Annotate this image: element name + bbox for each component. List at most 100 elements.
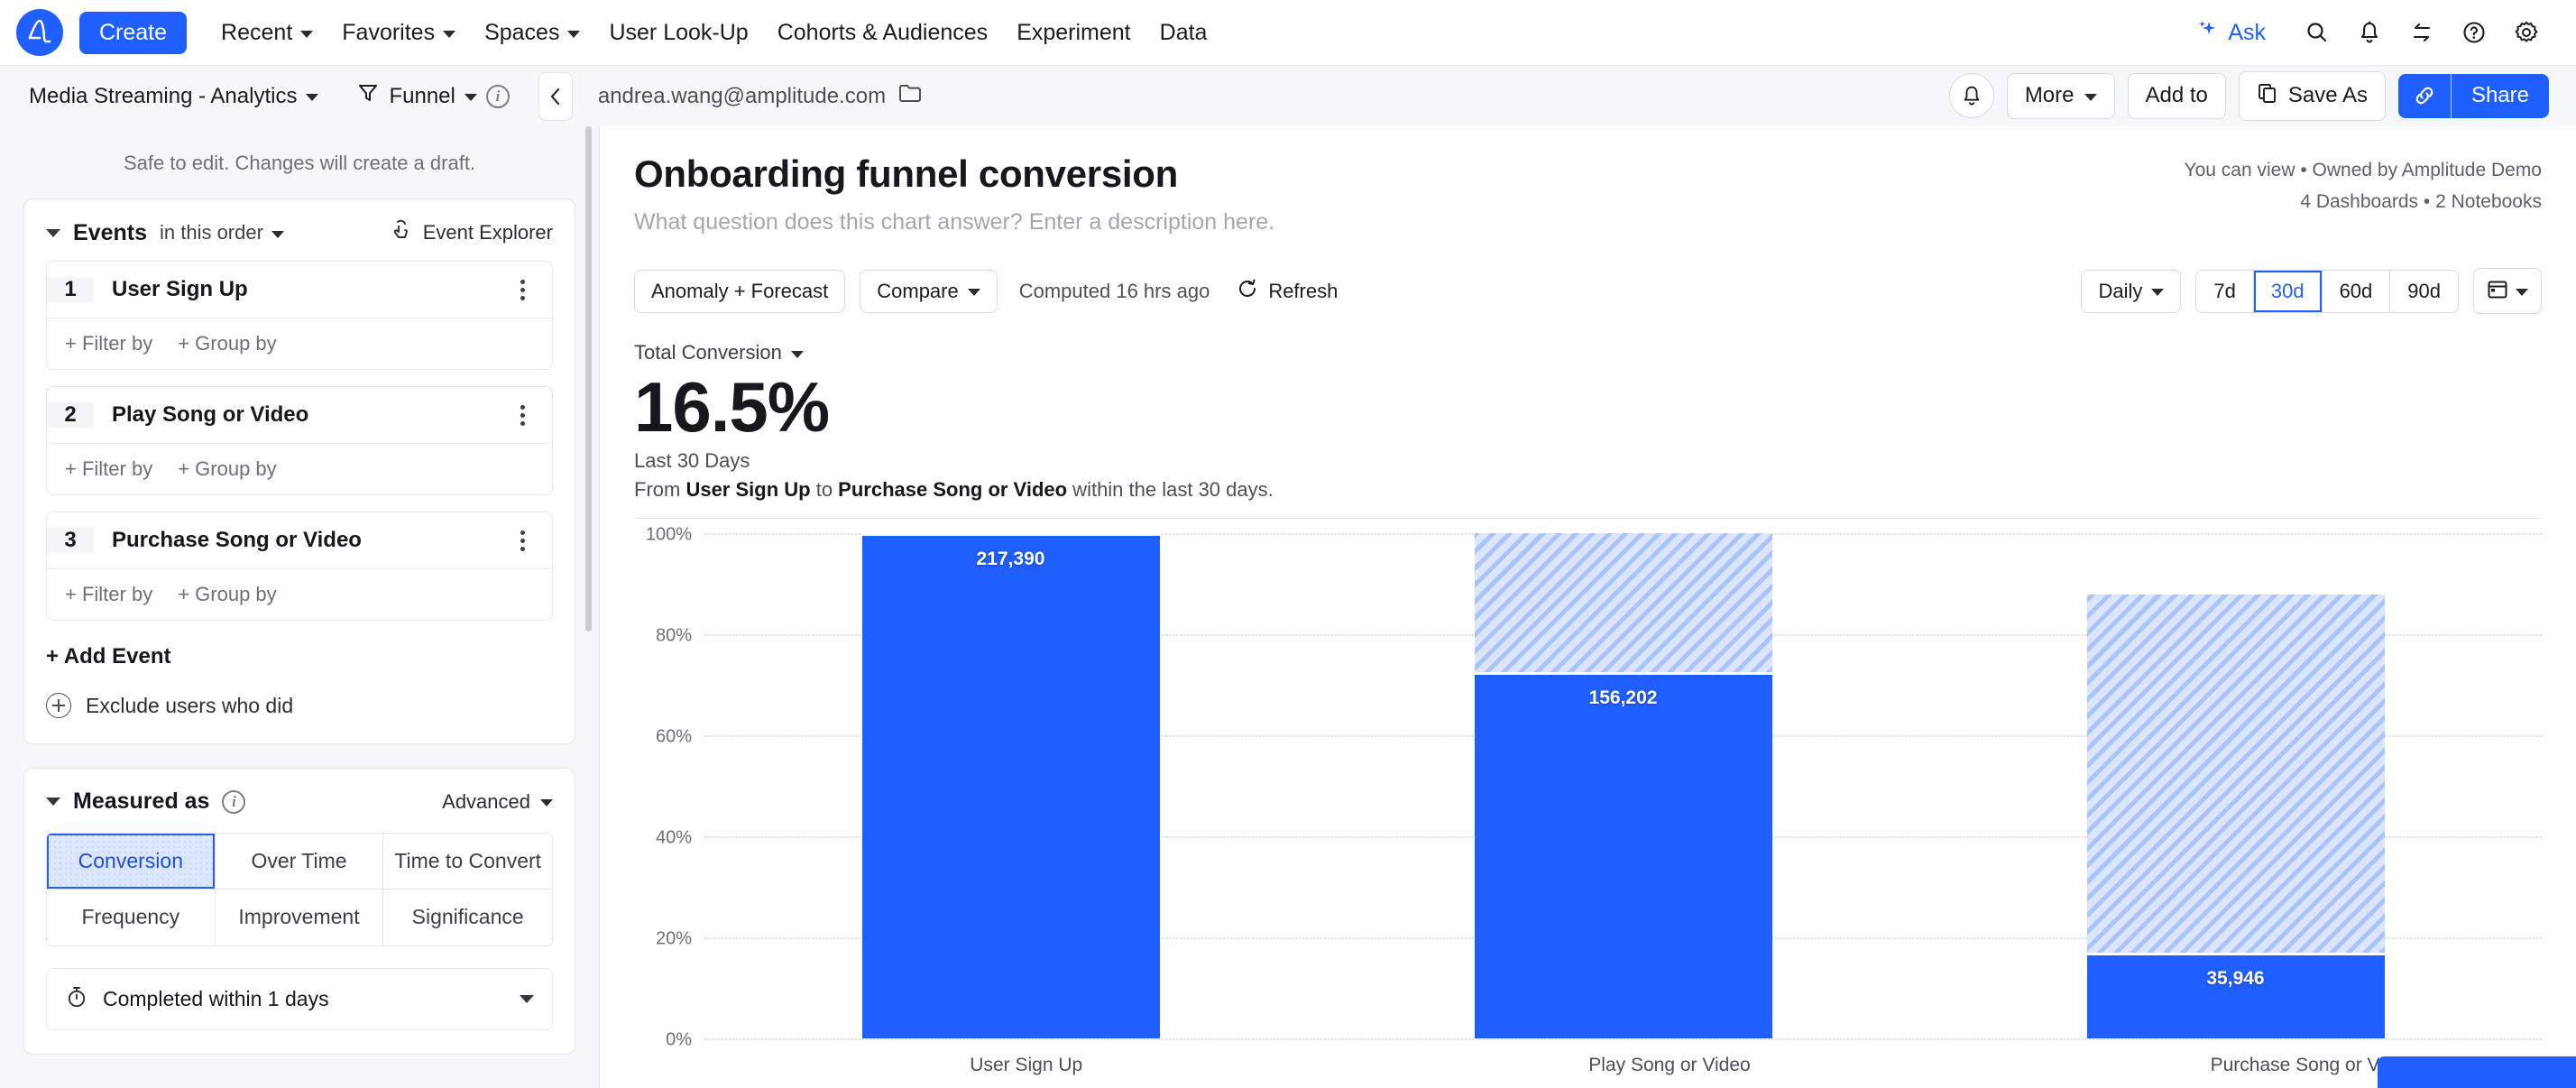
anomaly-forecast-button[interactable]: Anomaly + Forecast <box>634 270 845 312</box>
nav-item-spaces[interactable]: Spaces <box>470 13 594 53</box>
toolbar-actions: More Add to Save As Share <box>1949 71 2549 120</box>
event-row[interactable]: 1 User Sign Up <box>47 262 552 318</box>
events-panel-title: Events <box>73 220 147 246</box>
chevron-down-icon[interactable] <box>46 798 60 806</box>
events-panel-header: Events in this order Event Explorer <box>24 199 575 261</box>
metric-description: From User Sign Up to Purchase Song or Vi… <box>634 478 2542 502</box>
info-icon[interactable]: i <box>222 790 245 814</box>
add-filter-button[interactable]: + Filter by <box>65 332 152 355</box>
conversion-window-selector[interactable]: Completed within 1 days <box>46 968 553 1030</box>
stopwatch-icon <box>65 985 88 1013</box>
bar-value-label: 217,390 <box>862 549 1160 570</box>
folder-icon[interactable] <box>898 82 922 110</box>
event-name: Purchase Song or Video <box>94 528 509 553</box>
range-90d[interactable]: 90d <box>2390 271 2458 311</box>
event-menu-icon[interactable] <box>509 280 536 300</box>
floating-action-bar[interactable] <box>2378 1056 2576 1088</box>
metric-period-label: Last 30 Days <box>634 449 2542 473</box>
y-axis-label: 60% <box>656 726 692 747</box>
add-group-by-button[interactable]: + Group by <box>178 583 276 606</box>
swap-arrows-icon[interactable] <box>2399 10 2444 55</box>
project-selector[interactable]: Media Streaming - Analytics <box>20 78 327 115</box>
search-icon[interactable] <box>2295 10 2340 55</box>
copy-link-button[interactable] <box>2398 74 2452 117</box>
chevron-down-icon[interactable] <box>46 229 60 237</box>
converted-segment[interactable]: 156,202 <box>1475 675 1772 1038</box>
event-name: Play Song or Video <box>94 402 509 428</box>
interval-selector[interactable]: Daily <box>2081 270 2181 312</box>
event-number: 1 <box>47 277 94 302</box>
range-7d[interactable]: 7d <box>2196 271 2253 311</box>
measure-option-conversion[interactable]: Conversion <box>47 834 216 890</box>
custom-date-picker-button[interactable] <box>2473 268 2542 314</box>
advanced-selector[interactable]: Advanced <box>442 790 553 814</box>
draft-notice: Safe to edit. Changes will create a draf… <box>23 126 575 198</box>
event-row[interactable]: 3 Purchase Song or Video <box>47 512 552 568</box>
add-group-by-button[interactable]: + Group by <box>178 332 276 355</box>
event-card-1: 1 User Sign Up + Filter by + Group by <box>46 261 553 370</box>
funnel-bars: 217,390 156,202 35,946 <box>704 533 2542 1038</box>
event-menu-icon[interactable] <box>509 530 536 551</box>
x-axis-label-step-1: User Sign Up <box>970 1055 1082 1076</box>
nav-item-favorites[interactable]: Favorites <box>327 13 470 53</box>
event-number: 2 <box>47 402 94 428</box>
chart-type-selector[interactable]: Funnel <box>347 75 485 117</box>
range-30d[interactable]: 30d <box>2254 271 2323 311</box>
measure-option-time-to-convert[interactable]: Time to Convert <box>383 834 552 890</box>
converted-segment[interactable]: 217,390 <box>862 536 1160 1038</box>
funnel-step-1: 217,390 <box>862 533 1160 1038</box>
add-filter-button[interactable]: + Filter by <box>65 583 152 606</box>
notification-bell-icon[interactable] <box>2347 10 2392 55</box>
top-navigation-bar: Create Recent Favorites Spaces User Look… <box>0 0 2576 65</box>
measured-as-title: Measured as <box>73 788 209 815</box>
chart-alert-bell-icon[interactable] <box>1949 73 1994 118</box>
add-to-button[interactable]: Add to <box>2128 73 2226 118</box>
section-divider <box>634 518 2542 519</box>
collapse-sidebar-button[interactable] <box>538 72 573 121</box>
more-button[interactable]: More <box>2007 73 2115 118</box>
create-button[interactable]: Create <box>79 12 187 54</box>
event-row[interactable]: 2 Play Song or Video <box>47 387 552 443</box>
add-group-by-button[interactable]: + Group by <box>178 457 276 481</box>
nav-item-experiment[interactable]: Experiment <box>1002 13 1145 53</box>
ask-button[interactable]: Ask <box>2183 11 2278 55</box>
save-as-label: Save As <box>2288 84 2368 107</box>
amplitude-logo[interactable] <box>16 9 63 56</box>
event-order-selector[interactable]: in this order <box>160 221 284 244</box>
measured-as-options: Conversion Over Time Time to Convert Fre… <box>46 833 553 946</box>
chart-type-label: Funnel <box>389 84 455 109</box>
event-explorer-button[interactable]: Event Explorer <box>391 219 553 246</box>
range-60d[interactable]: 60d <box>2323 271 2391 311</box>
measure-option-improvement[interactable]: Improvement <box>216 890 384 945</box>
add-filter-button[interactable]: + Filter by <box>65 457 152 481</box>
nav-item-data[interactable]: Data <box>1145 13 1222 53</box>
converted-segment[interactable]: 35,946 <box>2087 955 2385 1038</box>
nav-item-label: Data <box>1160 20 1208 46</box>
chevron-down-icon <box>2084 94 2097 101</box>
help-circle-icon[interactable] <box>2452 10 2497 55</box>
nav-item-cohorts-audiences[interactable]: Cohorts & Audiences <box>763 13 1002 53</box>
nav-item-label: Cohorts & Audiences <box>777 20 988 46</box>
add-event-button[interactable]: + Add Event <box>24 637 575 693</box>
event-menu-icon[interactable] <box>509 405 536 426</box>
measure-option-significance[interactable]: Significance <box>383 890 552 945</box>
measure-option-frequency[interactable]: Frequency <box>47 890 216 945</box>
nav-item-user-look-up[interactable]: User Look-Up <box>594 13 762 53</box>
settings-gear-icon[interactable] <box>2504 10 2549 55</box>
exclude-users-button[interactable]: Exclude users who did <box>24 693 575 743</box>
chevron-down-icon <box>968 289 980 296</box>
share-button[interactable]: Share <box>2452 74 2549 117</box>
metric-type-selector[interactable]: Total Conversion <box>634 341 804 364</box>
breadcrumb[interactable]: andrea.wang@amplitude.com <box>598 82 922 110</box>
chevron-down-icon <box>520 995 534 1003</box>
chart-toolbar: Media Streaming - Analytics Funnel i and… <box>0 65 2576 126</box>
info-icon[interactable]: i <box>486 85 510 108</box>
y-axis-label: 20% <box>656 928 692 949</box>
refresh-button[interactable]: Refresh <box>1237 278 1338 305</box>
nav-item-recent[interactable]: Recent <box>207 13 327 53</box>
compare-button[interactable]: Compare <box>860 270 997 312</box>
measure-option-over-time[interactable]: Over Time <box>216 834 384 890</box>
sidebar-scrollbar[interactable] <box>585 126 592 632</box>
save-as-button[interactable]: Save As <box>2239 71 2386 120</box>
chart-config-sidebar: Safe to edit. Changes will create a draf… <box>0 126 599 1088</box>
